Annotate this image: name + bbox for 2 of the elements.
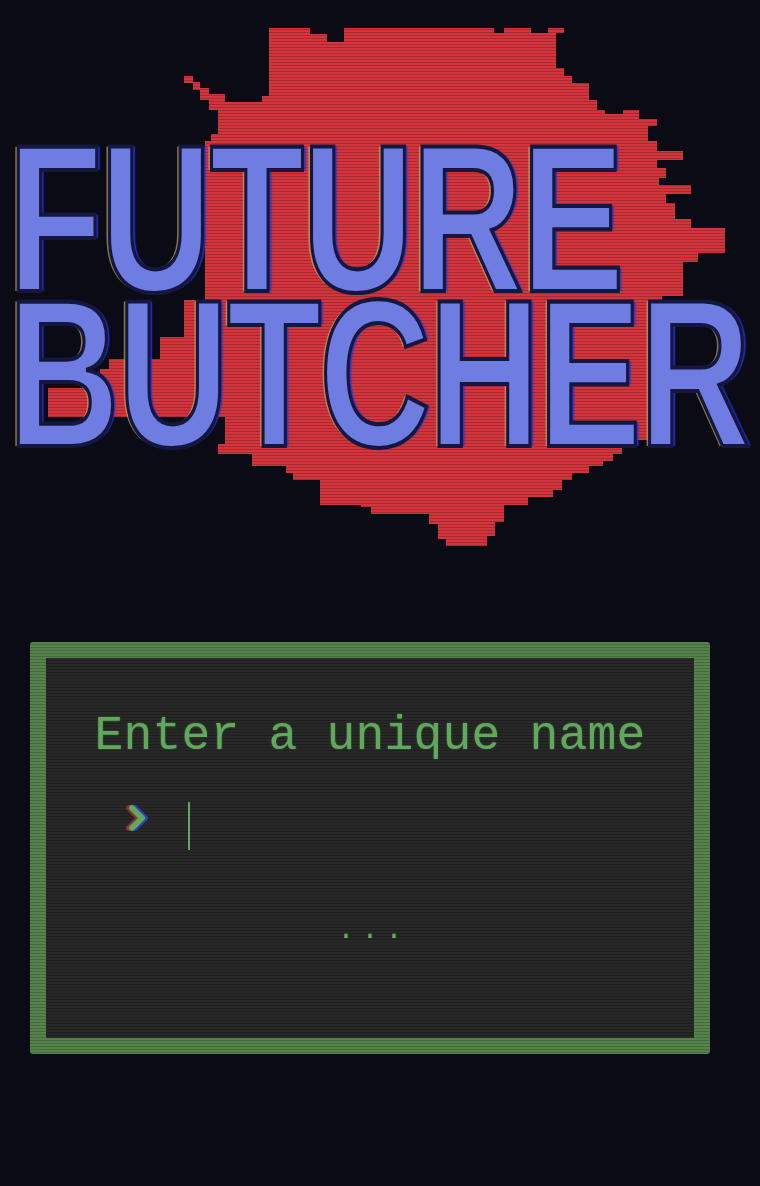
loading-status: ... — [336, 911, 409, 948]
prompt-title: Enter a unique name — [94, 708, 646, 765]
